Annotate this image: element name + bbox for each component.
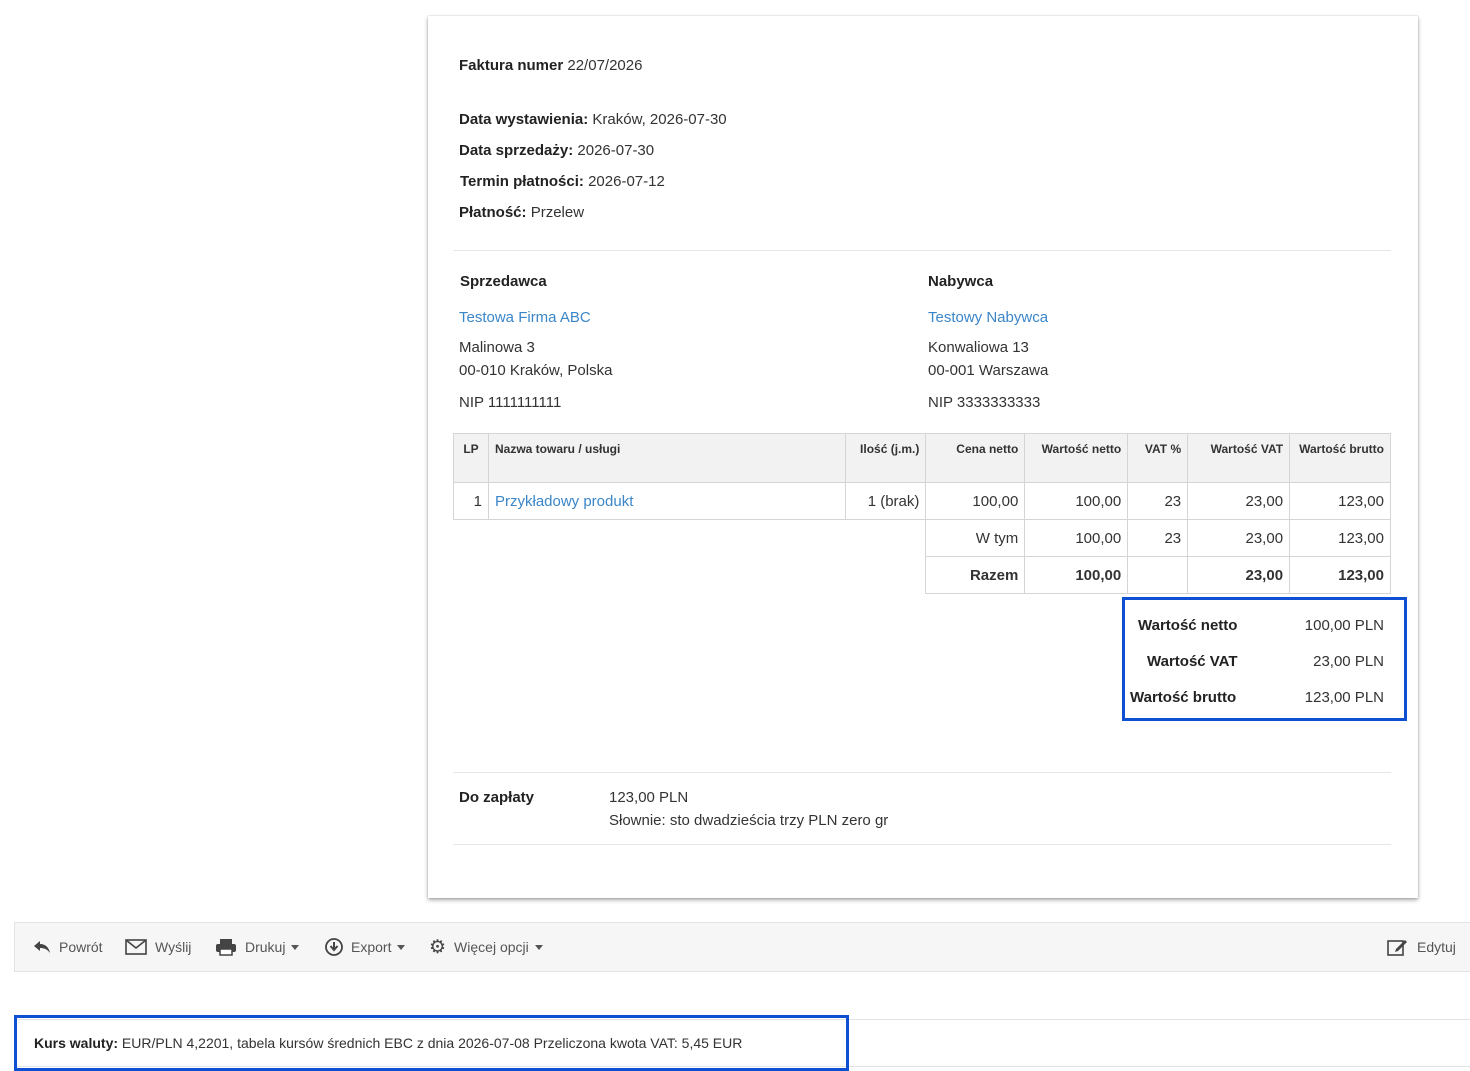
- envelope-icon: [125, 939, 147, 955]
- sale-date-value: 2026-07-30: [577, 142, 655, 159]
- buyer-heading: Nabywca: [928, 273, 994, 290]
- invoice-number: Faktura numer 22/07/2026: [459, 57, 642, 74]
- buyer-nip: NIP 3333333333: [928, 394, 1041, 411]
- subtotal-net: 100,00: [1024, 519, 1129, 557]
- col-name-header: Nazwa towaru / usługi: [487, 433, 847, 483]
- total-net: 100,00: [1024, 556, 1129, 594]
- amount-due-label: Do zapłaty: [459, 789, 535, 806]
- due-date: Termin płatności: 2026-07-12: [460, 173, 665, 190]
- payment-method: Płatność: Przelew: [459, 204, 584, 221]
- export-label: Export: [351, 939, 392, 955]
- col-lp-header: LP: [453, 433, 489, 483]
- summary-vat-value: 23,00 PLN: [1313, 653, 1384, 670]
- col-gross-header: Wartość brutto: [1289, 433, 1391, 483]
- sale-date: Data sprzedaży: 2026-07-30: [459, 142, 654, 159]
- payment-method-value: Przelew: [530, 204, 585, 221]
- col-qty-header: Ilość (j.m.): [845, 433, 927, 483]
- buyer-name-link[interactable]: Testowy Nabywca: [928, 309, 1048, 326]
- summary-net-label: Wartość netto: [1138, 617, 1238, 634]
- gear-icon: ⚙: [429, 936, 447, 958]
- col-vatpct-header: VAT %: [1127, 433, 1189, 483]
- more-options-dropdown[interactable]: ⚙ Więcej opcji: [429, 923, 543, 971]
- printer-icon: [216, 939, 236, 956]
- items-table: LP Nazwa towaru / usługi Ilość (j.m.) Ce…: [453, 433, 1391, 594]
- due-date-value: 2026-07-12: [588, 173, 665, 190]
- seller-name-link[interactable]: Testowa Firma ABC: [459, 309, 591, 326]
- cell-gross: 123,00: [1289, 482, 1391, 520]
- subtotal-row: W tym 100,00 23 23,00 123,00: [454, 519, 1391, 557]
- chevron-down-icon: [534, 944, 543, 950]
- exchange-rate-text: EUR/PLN 4,2201, tabela kursów średnich E…: [121, 1035, 743, 1051]
- subtotal-vatpct: 23: [1127, 519, 1189, 557]
- due-date-label: Termin płatności:: [460, 173, 584, 190]
- issue-date-value: Kraków, 2026-07-30: [592, 111, 727, 128]
- cell-net: 100,00: [1024, 482, 1129, 520]
- seller-city: 00-010 Kraków, Polska: [459, 362, 613, 379]
- col-price-header: Cena netto: [925, 433, 1026, 483]
- amount-due-value: 123,00 PLN: [609, 789, 689, 806]
- total-gross: 123,00: [1289, 556, 1391, 594]
- cell-vatpct: 23: [1127, 482, 1189, 520]
- divider: [453, 250, 1391, 251]
- exchange-rate-info: Kurs waluty: EUR/PLN 4,2201, tabela kurs…: [34, 1035, 742, 1051]
- buyer-street: Konwaliowa 13: [928, 339, 1029, 356]
- send-button[interactable]: Wyślij: [125, 923, 191, 971]
- edit-label: Edytuj: [1417, 939, 1456, 955]
- divider: [453, 844, 1391, 845]
- cell-lp: 1: [453, 482, 489, 520]
- buyer-city: 00-001 Warszawa: [928, 362, 1049, 379]
- product-link[interactable]: Przykładowy produkt: [487, 482, 847, 520]
- total-vat: 23,00: [1187, 556, 1291, 594]
- cell-qty: 1 (brak): [845, 482, 927, 520]
- subtotal-vat: 23,00: [1187, 519, 1291, 557]
- more-options-label: Więcej opcji: [454, 939, 529, 955]
- sale-date-label: Data sprzedaży:: [459, 142, 574, 159]
- invoice-number-label: Faktura numer: [459, 57, 564, 74]
- payment-method-label: Płatność:: [459, 204, 527, 221]
- col-net-header: Wartość netto: [1024, 433, 1129, 483]
- export-dropdown[interactable]: Export: [325, 923, 406, 971]
- divider: [453, 772, 1391, 773]
- subtotal-label: W tym: [925, 519, 1026, 557]
- table-row: 1 Przykładowy produkt 1 (brak) 100,00 10…: [453, 482, 1391, 520]
- reply-arrow-icon: [34, 941, 50, 953]
- edit-pencil-icon: [1387, 940, 1407, 956]
- chevron-down-icon: [397, 944, 406, 950]
- invoice-toolbar: Powrót Wyślij Drukuj Export ⚙ Więcej opc…: [14, 922, 1470, 972]
- summary-vat-label: Wartość VAT: [1147, 653, 1238, 670]
- issue-date-label: Data wystawienia:: [459, 111, 589, 128]
- total-label: Razem: [925, 556, 1026, 594]
- seller-heading: Sprzedawca: [460, 273, 547, 290]
- download-circle-icon: [325, 938, 343, 956]
- summary-gross-value: 123,00 PLN: [1304, 689, 1384, 706]
- print-dropdown[interactable]: Drukuj: [215, 923, 300, 971]
- summary-net-value: 100,00 PLN: [1304, 617, 1384, 634]
- send-label: Wyślij: [155, 939, 192, 955]
- print-label: Drukuj: [245, 939, 286, 955]
- edit-button[interactable]: Edytuj: [1387, 923, 1456, 971]
- cell-vat: 23,00: [1187, 482, 1291, 520]
- issue-date: Data wystawienia: Kraków, 2026-07-30: [459, 111, 727, 128]
- amount-in-words: Słownie: sto dwadzieścia trzy PLN zero g…: [609, 812, 889, 829]
- subtotal-gross: 123,00: [1289, 519, 1391, 557]
- chevron-down-icon: [291, 944, 300, 950]
- back-label: Powrót: [59, 939, 103, 955]
- seller-street: Malinowa 3: [459, 339, 535, 356]
- seller-nip: NIP 1111111111: [459, 394, 562, 411]
- summary-gross-label: Wartość brutto: [1130, 689, 1237, 706]
- table-header-row: LP Nazwa towaru / usługi Ilość (j.m.) Ce…: [453, 433, 1391, 483]
- exchange-rate-label: Kurs waluty:: [34, 1035, 119, 1051]
- col-vat-header: Wartość VAT: [1187, 433, 1291, 483]
- cell-price: 100,00: [925, 482, 1026, 520]
- back-button[interactable]: Powrót: [33, 923, 103, 971]
- total-row: Razem 100,00 23,00 123,00: [454, 556, 1391, 594]
- invoice-number-value: 22/07/2026: [567, 57, 643, 74]
